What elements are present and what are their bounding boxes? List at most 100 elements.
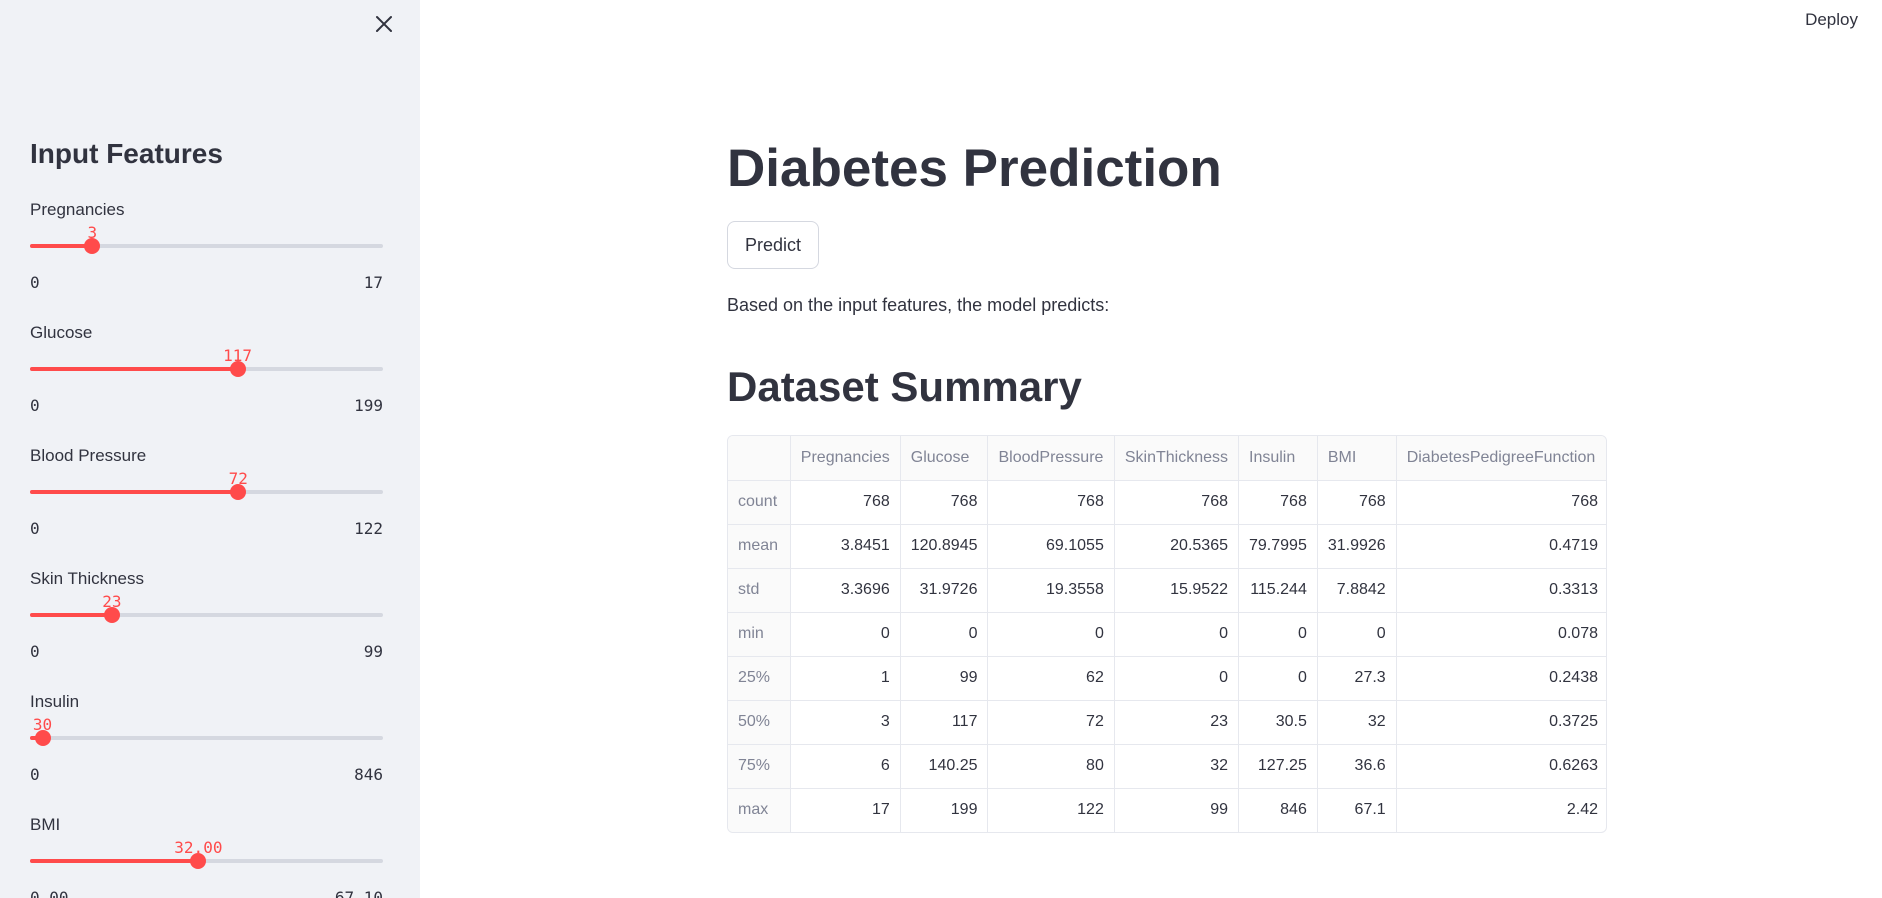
table-cell[interactable]: 768 — [1238, 480, 1318, 525]
slider-track[interactable] — [30, 607, 383, 623]
table-cell[interactable]: 0.2438 — [1396, 656, 1606, 701]
slider-max: 17 — [363, 273, 383, 292]
slider-glucose: Glucose 117 0 199 — [30, 323, 383, 433]
table-cell[interactable]: 7.8842 — [1317, 568, 1397, 613]
table-row-header[interactable]: 25% — [728, 656, 791, 701]
table-cell[interactable]: 62 — [987, 656, 1115, 701]
table-cell[interactable]: 768 — [1317, 480, 1397, 525]
table-cell[interactable]: 31.9726 — [900, 568, 989, 613]
table-column-header[interactable]: Insulin — [1238, 436, 1318, 481]
table-column-header[interactable]: BMI — [1317, 436, 1397, 481]
table-cell[interactable]: 27.3 — [1317, 656, 1397, 701]
slider-thumb[interactable] — [103, 607, 120, 623]
table-cell[interactable]: 0.4719 — [1396, 524, 1606, 569]
table-row-header[interactable]: count — [728, 480, 791, 525]
table-cell[interactable]: 15.9522 — [1114, 568, 1240, 613]
table-cell[interactable]: 31.9926 — [1317, 524, 1397, 569]
slider-fill — [30, 490, 239, 494]
slider-label: Skin Thickness — [30, 569, 145, 588]
table-cell[interactable]: 19.3558 — [987, 568, 1115, 613]
table-cell[interactable]: 30.5 — [1238, 700, 1318, 745]
table-cell[interactable]: 1 — [790, 656, 901, 701]
table-cell[interactable]: 199 — [900, 788, 989, 832]
slider-track[interactable] — [30, 484, 383, 500]
table-cell[interactable]: 0.6263 — [1396, 744, 1606, 789]
table-column-header[interactable]: DiabetesPedigreeFunction — [1396, 436, 1606, 481]
table-cell[interactable]: 36.6 — [1317, 744, 1397, 789]
table-cell[interactable]: 0 — [1238, 612, 1318, 657]
table-cell[interactable]: 20.5365 — [1114, 524, 1240, 569]
table-cell[interactable]: 127.25 — [1238, 744, 1318, 789]
table-cell[interactable]: 768 — [1396, 480, 1606, 525]
table-column-header[interactable]: BloodPressure — [987, 436, 1115, 481]
slider-thumb[interactable] — [34, 730, 51, 746]
table-column-header[interactable]: SkinThickness — [1114, 436, 1240, 481]
table-cell[interactable]: 0 — [900, 612, 989, 657]
table-cell[interactable]: 0 — [790, 612, 901, 657]
table-row: 50% 3 117 72 23 30.5 32 0.3725 — [728, 700, 1606, 745]
table-cell[interactable]: 120.8945 — [900, 524, 989, 569]
table-index-header[interactable] — [728, 436, 791, 481]
table-cell[interactable]: 80 — [987, 744, 1115, 789]
slider-track[interactable] — [30, 361, 383, 377]
slider-thumb[interactable] — [229, 361, 246, 377]
table-cell[interactable]: 0 — [1317, 612, 1397, 657]
table-row-header[interactable]: std — [728, 568, 791, 613]
table-row-header[interactable]: min — [728, 612, 791, 657]
table-row-header[interactable]: max — [728, 788, 791, 832]
table-cell[interactable]: 72 — [987, 700, 1115, 745]
table-cell[interactable]: 69.1055 — [987, 524, 1115, 569]
deploy-button[interactable]: Deploy — [1805, 10, 1858, 30]
table-cell[interactable]: 768 — [987, 480, 1115, 525]
table-cell[interactable]: 99 — [1114, 788, 1240, 832]
table-cell[interactable]: 0.3313 — [1396, 568, 1606, 613]
table-cell[interactable]: 32 — [1114, 744, 1240, 789]
table-cell[interactable]: 3 — [790, 700, 901, 745]
table-cell[interactable]: 768 — [790, 480, 901, 525]
table-cell[interactable]: 140.25 — [900, 744, 989, 789]
table-cell[interactable]: 2.42 — [1396, 788, 1606, 832]
table-cell[interactable]: 79.7995 — [1238, 524, 1318, 569]
slider-min: 0 — [30, 642, 40, 661]
slider-track[interactable] — [30, 853, 383, 869]
sidebar: Input Features Pregnancies 3 0 17 Glucose 117… — [0, 0, 420, 898]
slider-track[interactable] — [30, 730, 383, 746]
table-cell[interactable]: 6 — [790, 744, 901, 789]
slider-thumb[interactable] — [84, 238, 101, 254]
table-cell[interactable]: 23 — [1114, 700, 1240, 745]
table-row-header[interactable]: 50% — [728, 700, 791, 745]
table-cell[interactable]: 17 — [790, 788, 901, 832]
table-header-row: Pregnancies Glucose BloodPressure SkinThick… — [728, 436, 1606, 481]
table-row-header[interactable]: 75% — [728, 744, 791, 789]
table-cell[interactable]: 0 — [1114, 656, 1240, 701]
table-cell[interactable]: 768 — [900, 480, 989, 525]
summary-table[interactable]: Pregnancies Glucose BloodPressure SkinThick… — [727, 435, 1607, 833]
table-cell[interactable]: 768 — [1114, 480, 1240, 525]
table-cell[interactable]: 67.1 — [1317, 788, 1397, 832]
table-row-header[interactable]: mean — [728, 524, 791, 569]
slider-label: Insulin — [30, 692, 80, 711]
slider-min: 0 — [30, 273, 40, 292]
table-cell[interactable]: 0.078 — [1396, 612, 1606, 657]
slider-thumb[interactable] — [190, 853, 207, 869]
predict-button[interactable]: Predict — [727, 221, 819, 269]
table-cell[interactable]: 0 — [1114, 612, 1240, 657]
close-sidebar-button[interactable] — [370, 10, 398, 38]
table-cell[interactable]: 99 — [900, 656, 989, 701]
table-cell[interactable]: 117 — [900, 700, 989, 745]
table-column-header[interactable]: Pregnancies — [790, 436, 901, 481]
table-cell[interactable]: 3.3696 — [790, 568, 901, 613]
table-column-header[interactable]: Glucose — [900, 436, 989, 481]
sidebar-title: Input Features — [30, 138, 223, 169]
table-cell[interactable]: 122 — [987, 788, 1115, 832]
slider-track[interactable] — [30, 238, 383, 254]
table-cell[interactable]: 32 — [1317, 700, 1397, 745]
table-cell[interactable]: 0 — [1238, 656, 1318, 701]
table-cell[interactable]: 0.3725 — [1396, 700, 1606, 745]
table-cell[interactable]: 0 — [987, 612, 1115, 657]
slider-thumb[interactable] — [230, 484, 247, 500]
slider-fill — [30, 244, 93, 248]
table-cell[interactable]: 846 — [1238, 788, 1318, 832]
table-cell[interactable]: 3.8451 — [790, 524, 901, 569]
table-cell[interactable]: 115.244 — [1238, 568, 1318, 613]
